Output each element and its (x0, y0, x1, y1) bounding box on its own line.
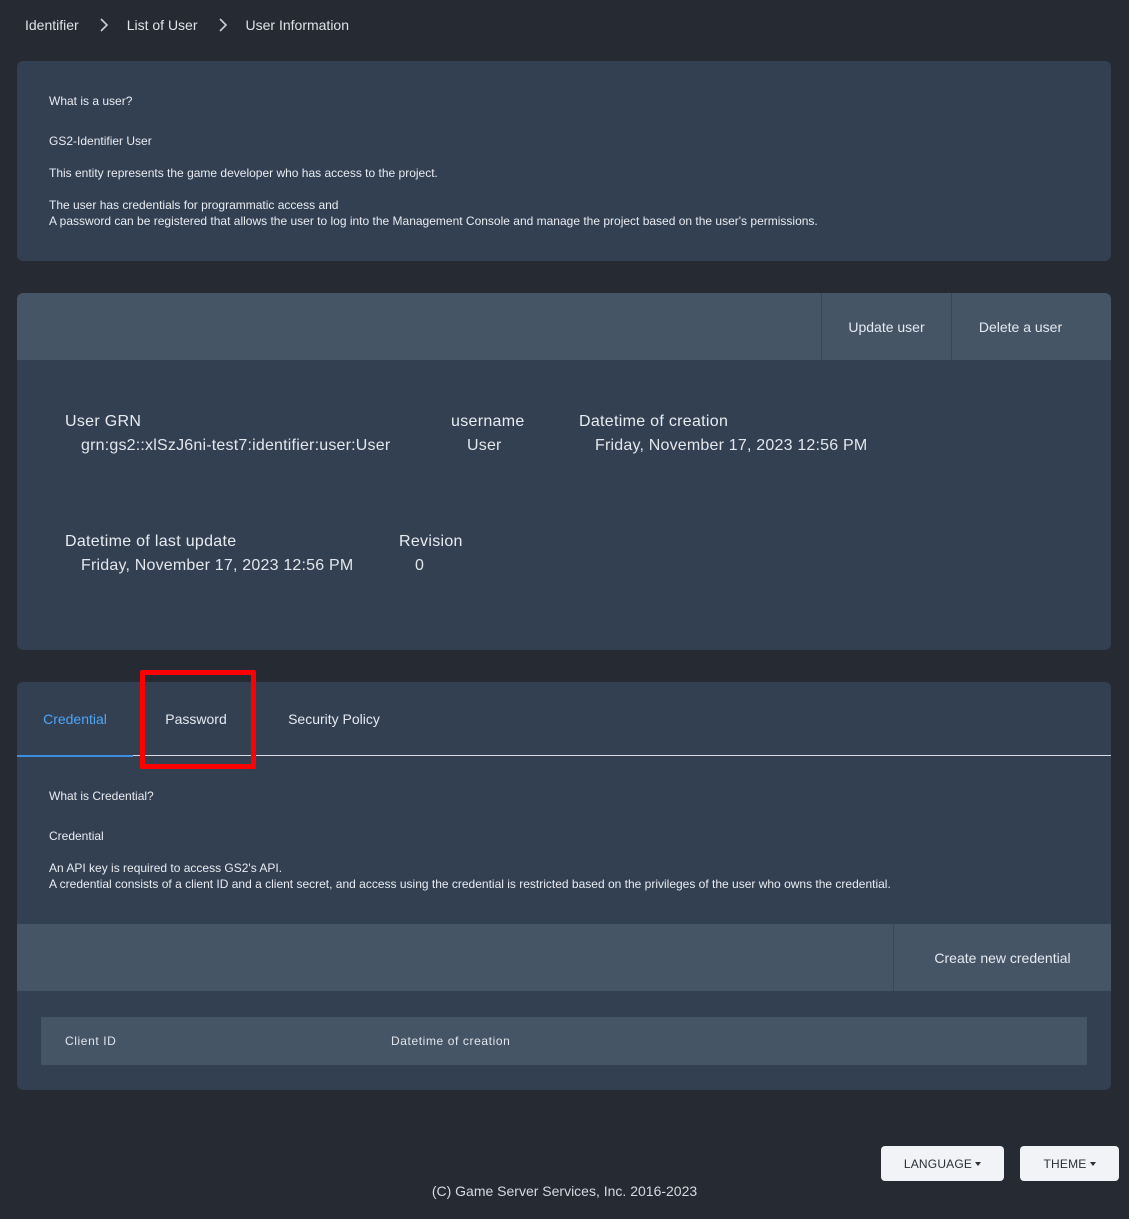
breadcrumb-user-information: User Information (245, 17, 349, 33)
username-label: username (451, 413, 525, 430)
credential-title: What is Credential? (49, 789, 154, 803)
credential-paragraph-2: A credential consists of a client ID and… (49, 877, 891, 891)
user-grn-label: User GRN (65, 413, 142, 430)
tab-security-policy[interactable]: Security Policy (271, 682, 397, 756)
revision-label: Revision (399, 533, 463, 550)
breadcrumb-identifier[interactable]: Identifier (25, 17, 79, 33)
chevron-right-icon (218, 18, 228, 32)
column-datetime-of-creation[interactable]: Datetime of creation (391, 1017, 510, 1065)
language-button-label: LANGUAGE (903, 1156, 973, 1171)
breadcrumb: Identifier List of User User Information (25, 16, 349, 34)
theme-button[interactable]: THEME (1020, 1146, 1119, 1181)
tab-password[interactable]: Password (145, 682, 247, 756)
caret-down-icon (975, 1161, 982, 1166)
user-tabs-card: Credential Password Security Policy What… (17, 682, 1111, 1090)
created-value: Friday, November 17, 2023 12:56 PM (595, 437, 868, 454)
breadcrumb-list-of-user[interactable]: List of User (127, 17, 198, 33)
user-description-card: What is a user? GS2-Identifier User This… (17, 61, 1111, 261)
user-detail-card: Update user Delete a user User GRN grn:g… (17, 293, 1111, 650)
username-value: User (467, 437, 502, 454)
intro-subtitle: GS2-Identifier User (49, 134, 152, 148)
updated-label: Datetime of last update (65, 533, 237, 550)
chevron-right-icon (99, 18, 109, 32)
credential-subtitle: Credential (49, 829, 104, 843)
caret-down-icon (1089, 1161, 1096, 1166)
intro-title: What is a user? (49, 94, 133, 108)
update-user-button[interactable]: Update user (821, 293, 951, 360)
theme-button-label: THEME (1043, 1156, 1087, 1171)
tab-credential[interactable]: Credential (17, 682, 133, 757)
credential-table-header: Client ID Datetime of creation (41, 1017, 1087, 1065)
user-toolbar: Update user Delete a user (17, 293, 1111, 360)
language-button[interactable]: LANGUAGE (881, 1146, 1004, 1181)
create-credential-button[interactable]: Create new credential (893, 924, 1111, 991)
updated-value: Friday, November 17, 2023 12:56 PM (81, 557, 354, 574)
intro-paragraph-2a: The user has credentials for programmati… (49, 198, 339, 212)
user-grn-value: grn:gs2::xlSzJ6ni-test7:identifier:user:… (81, 437, 391, 454)
revision-value: 0 (415, 557, 425, 574)
tab-bar: Credential Password Security Policy (17, 682, 1111, 757)
column-client-id[interactable]: Client ID (65, 1017, 116, 1065)
delete-user-button[interactable]: Delete a user (951, 293, 1089, 360)
copyright: (C) Game Server Services, Inc. 2016-2023 (431, 1183, 698, 1199)
credential-toolbar: Create new credential (17, 924, 1111, 991)
intro-paragraph-1: This entity represents the game develope… (49, 166, 438, 180)
intro-paragraph-2b: A password can be registered that allows… (49, 214, 818, 228)
credential-paragraph-1: An API key is required to access GS2's A… (49, 861, 283, 875)
created-label: Datetime of creation (579, 413, 729, 430)
